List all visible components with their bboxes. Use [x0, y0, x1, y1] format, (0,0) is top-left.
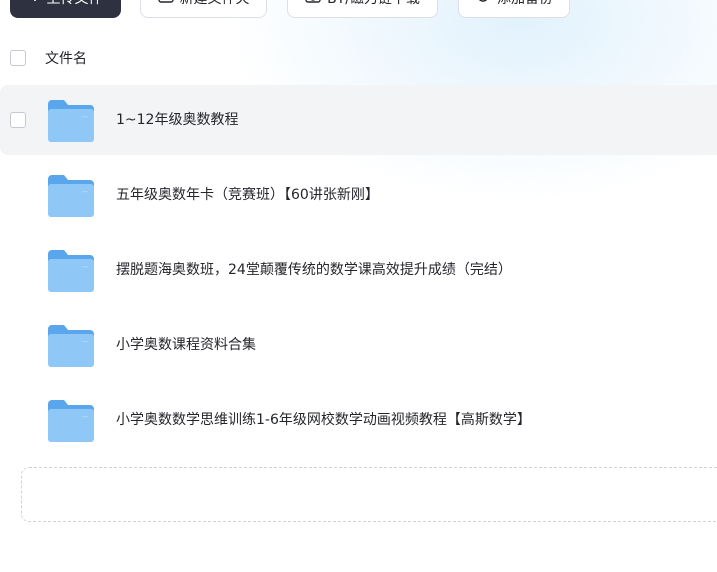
plus-icon: [29, 0, 41, 6]
new-folder-button-label: 新建文件夹: [180, 0, 250, 8]
file-row[interactable]: 小学奥数课程资料合集: [0, 310, 717, 380]
file-row[interactable]: 小学奥数数学思维训练1-6年级网校数学动画视频教程【高斯数学】: [0, 385, 717, 455]
toolbar: 上传文件 新建文件夹 BT/磁力链下载 添加备份: [0, 0, 717, 18]
new-folder-icon: [157, 0, 174, 7]
file-name[interactable]: 小学奥数数学思维训练1-6年级网校数学动画视频教程【高斯数学】: [116, 385, 531, 455]
new-folder-button[interactable]: 新建文件夹: [140, 0, 267, 18]
folder-icon: [48, 400, 94, 446]
folder-icon: [48, 175, 94, 221]
add-backup-button-label: 添加备份: [497, 0, 553, 8]
file-name[interactable]: 摆脱题海奥数班，24堂颠覆传统的数学课高效提升成绩（完结）: [116, 235, 512, 305]
select-all-checkbox[interactable]: [10, 50, 26, 66]
file-list: 1~12年级奥数教程 五年级奥数年卡（竞赛班）【60讲张新刚】 摆脱题海奥数班，…: [0, 85, 717, 460]
bt-download-button-label: BT/磁力链下载: [327, 0, 420, 8]
file-name[interactable]: 1~12年级奥数教程: [116, 85, 238, 155]
file-row[interactable]: 五年级奥数年卡（竞赛班）【60讲张新刚】: [0, 160, 717, 230]
file-row[interactable]: 1~12年级奥数教程: [0, 85, 717, 155]
upload-button-label: 上传文件: [47, 0, 103, 8]
file-name[interactable]: 小学奥数课程资料合集: [116, 310, 256, 380]
row-checkbox[interactable]: [10, 112, 26, 128]
add-backup-button[interactable]: 添加备份: [458, 0, 570, 18]
column-header-filename[interactable]: 文件名: [45, 48, 87, 68]
upload-drop-zone[interactable]: [21, 467, 717, 522]
bt-download-button[interactable]: BT/磁力链下载: [287, 0, 438, 18]
file-name[interactable]: 五年级奥数年卡（竞赛班）【60讲张新刚】: [116, 160, 379, 230]
file-list-header: 文件名: [0, 42, 717, 74]
folder-icon: [48, 250, 94, 296]
file-row[interactable]: 摆脱题海奥数班，24堂颠覆传统的数学课高效提升成绩（完结）: [0, 235, 717, 305]
upload-button[interactable]: 上传文件: [10, 0, 121, 18]
folder-icon: [48, 325, 94, 371]
magnet-icon: [305, 0, 321, 7]
folder-icon: [48, 100, 94, 146]
backup-icon: [475, 0, 491, 8]
